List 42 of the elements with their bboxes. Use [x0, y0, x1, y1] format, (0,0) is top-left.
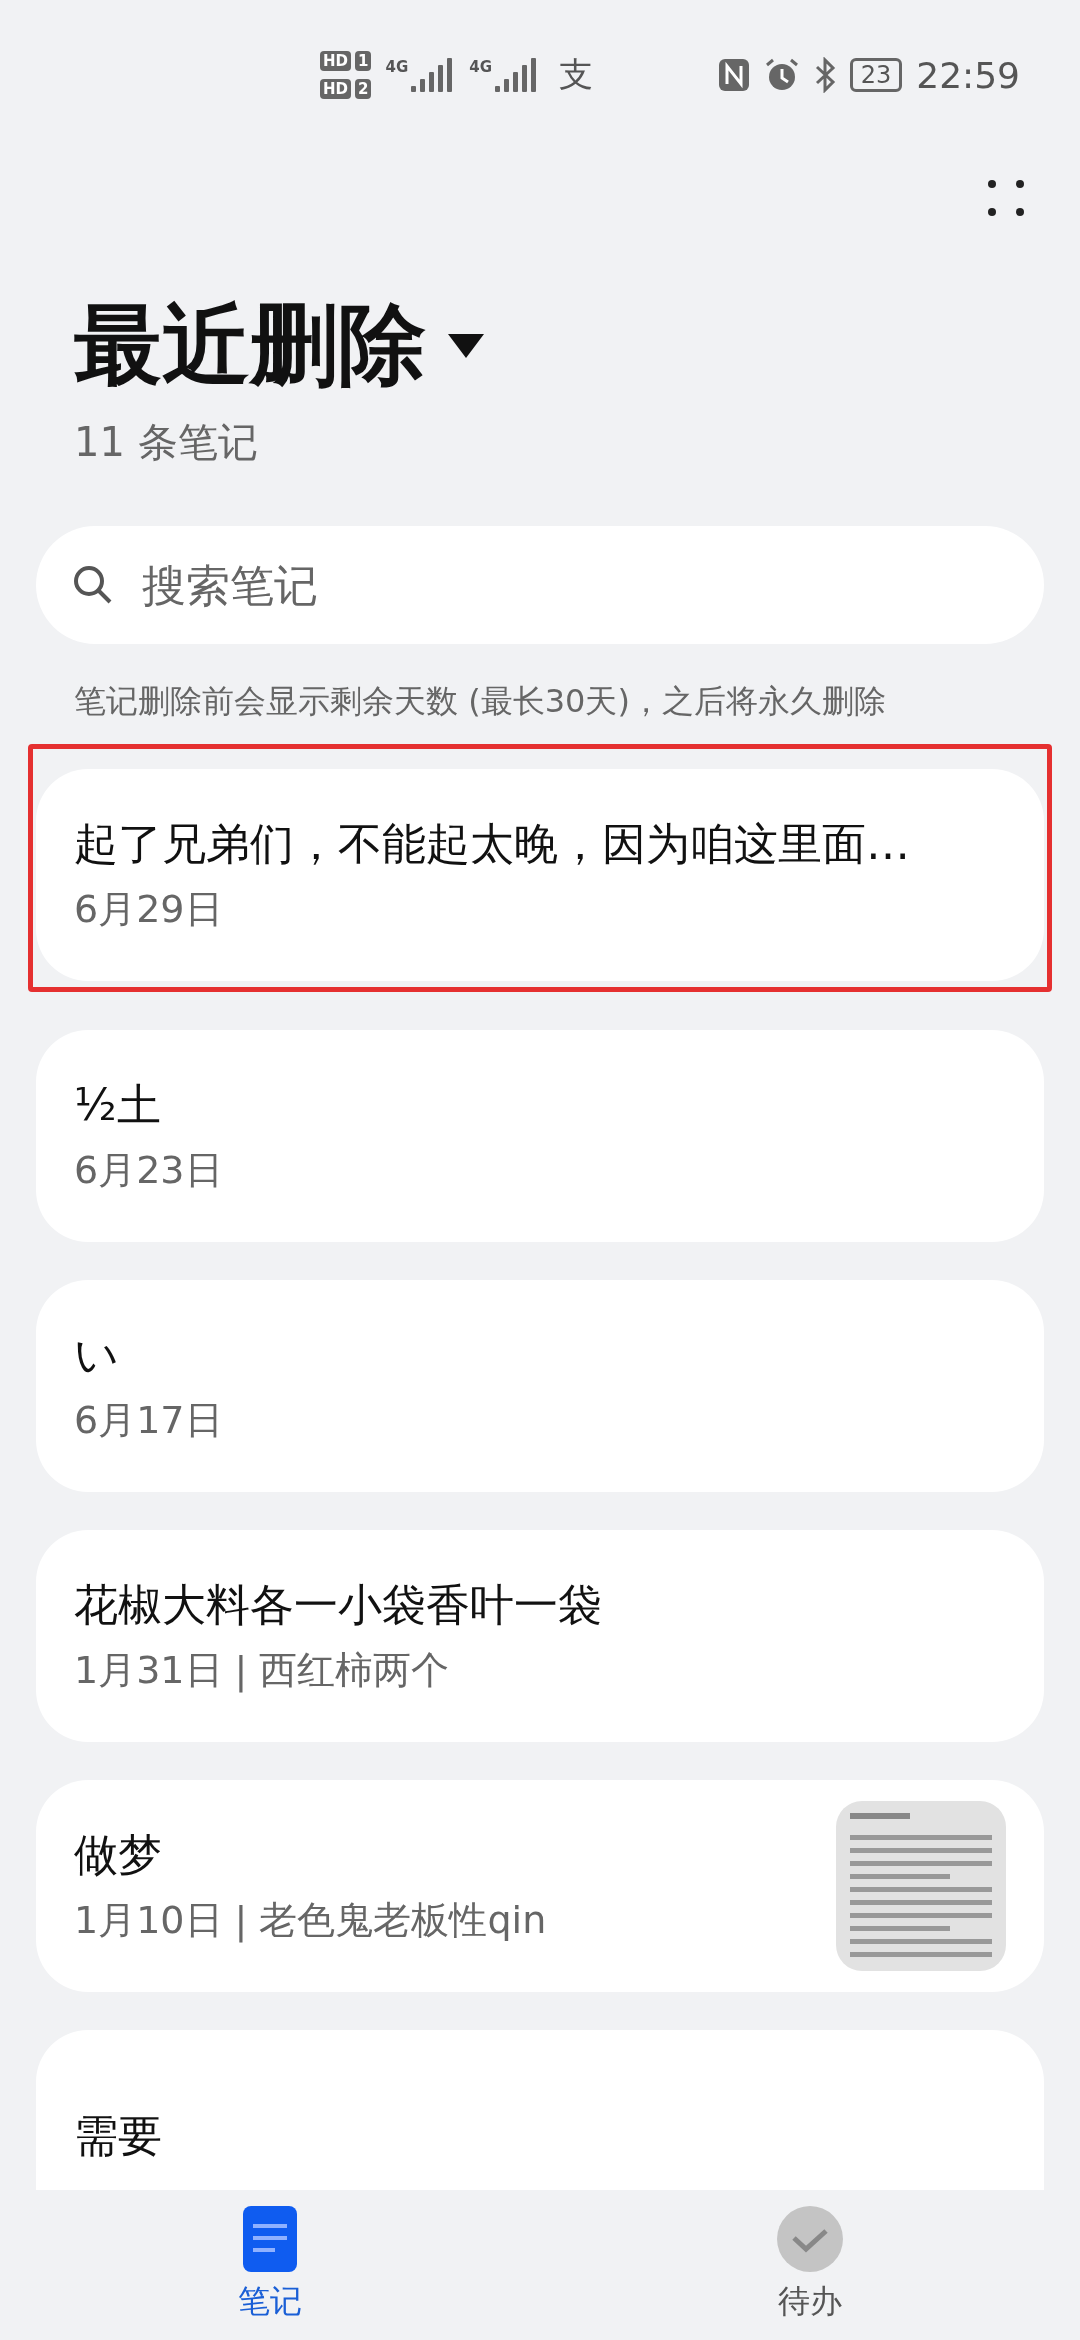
nfc-icon	[717, 58, 750, 92]
note-title: 起了兄弟们，不能起太晚，因为咱这里面…	[74, 817, 911, 871]
check-icon	[776, 2206, 843, 2272]
search-input[interactable]: 搜索笔记	[140, 558, 1008, 612]
alarm-icon	[763, 57, 800, 93]
note-date: 6月29日	[74, 886, 224, 933]
note-card[interactable]: 需要	[36, 2030, 1044, 2190]
note-card[interactable]: い 6月17日	[36, 1280, 1044, 1492]
sim-badge: 2	[355, 79, 372, 99]
clock-time: 22:59	[916, 54, 1020, 96]
more-icon[interactable]	[988, 180, 1024, 216]
note-title: ½土	[74, 1078, 162, 1132]
dropdown-icon[interactable]	[446, 331, 486, 360]
sim-badge: 1	[355, 51, 372, 71]
bluetooth-icon	[813, 57, 836, 93]
note-card[interactable]: 做梦 1月10日 | 老色鬼老板性qin	[36, 1780, 1044, 1992]
note-card[interactable]: 起了兄弟们，不能起太晚，因为咱这里面… 6月29日	[36, 769, 1044, 981]
note-date: 1月10日 | 老色鬼老板性qin	[74, 1897, 548, 1945]
note-date: 1月31日 | 西红柿两个	[74, 1647, 451, 1695]
note-icon	[242, 2206, 297, 2272]
note-count: 11 条笔记	[73, 418, 259, 467]
battery-level: 23	[849, 58, 903, 92]
note-date: 6月23日	[74, 1147, 224, 1194]
app-glyph: 支	[558, 53, 593, 96]
hd-badge: HD	[320, 51, 351, 71]
page-title: 最近删除	[74, 292, 426, 398]
note-card[interactable]: ½土 6月23日	[36, 1030, 1044, 1242]
note-title: 做梦	[74, 1828, 163, 1882]
note-title: い	[74, 1328, 120, 1382]
note-date: 6月17日	[74, 1397, 224, 1444]
note-title: 需要	[74, 2108, 163, 2163]
tab[interactable]: 待办	[736, 2206, 883, 2324]
search-field[interactable]: 搜索笔记	[36, 526, 1044, 644]
signal-icon	[494, 58, 539, 92]
hd-badge: HD	[320, 79, 351, 99]
notice-text: 笔记删除前会显示剩余天数 (最长30天)，之后将永久删除	[73, 681, 887, 722]
network-type: 4G	[469, 58, 492, 76]
tab[interactable]: 笔记	[197, 2206, 342, 2324]
search-icon	[72, 564, 114, 606]
note-title: 花椒大料各一小袋香叶一袋	[74, 1578, 603, 1632]
note-card[interactable]: 花椒大料各一小袋香叶一袋 1月31日 | 西红柿两个	[36, 1530, 1044, 1742]
network-type: 4G	[385, 58, 409, 76]
